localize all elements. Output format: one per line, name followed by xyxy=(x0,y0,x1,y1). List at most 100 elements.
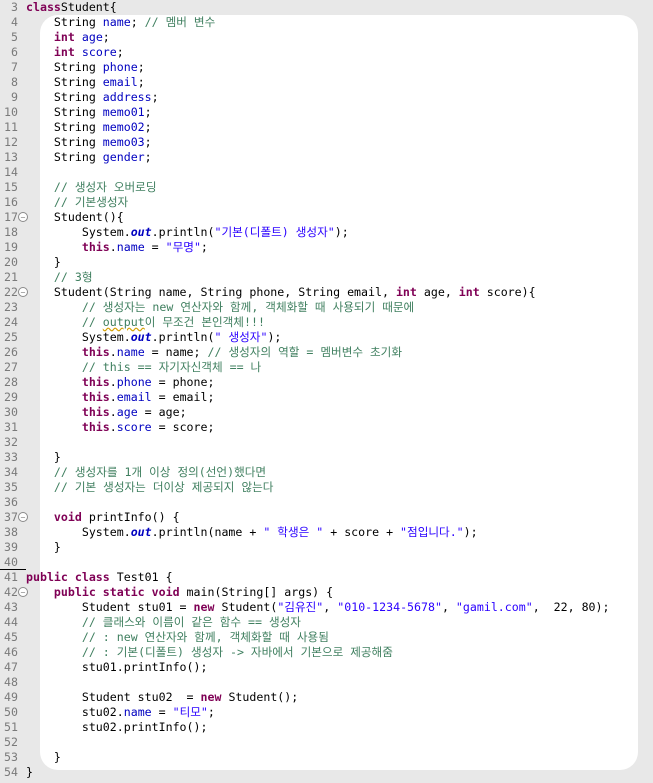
code-line[interactable]: 40 xyxy=(0,555,653,570)
code-line[interactable]: 52 xyxy=(0,735,653,750)
code-token: System. xyxy=(26,225,131,239)
line-number: 6 xyxy=(11,45,18,59)
code-token: output xyxy=(102,315,145,329)
code-line[interactable]: 32 xyxy=(0,435,653,450)
code-token: String xyxy=(26,60,103,74)
code-line[interactable]: 42– public static void main(String[] arg… xyxy=(0,585,653,600)
code-line[interactable]: 13 String gender; xyxy=(0,150,653,165)
code-text: this.phone = phone; xyxy=(26,375,215,390)
code-line[interactable]: 49 Student stu02 = new Student(); xyxy=(0,690,653,705)
code-line[interactable]: 5 int age; xyxy=(0,30,653,45)
code-line[interactable]: 48 xyxy=(0,675,653,690)
code-line[interactable]: 27 // this == 자기자신객체 == 나 xyxy=(0,360,653,375)
line-number: 21 xyxy=(4,270,18,284)
code-line[interactable]: 34 // 생성자를 1개 이상 정의(선언)했다면 xyxy=(0,465,653,480)
code-line[interactable]: 38 System.out.println(name + " 학생은 " + s… xyxy=(0,525,653,540)
code-line[interactable]: 8 String email; xyxy=(0,75,653,90)
code-line[interactable]: 44 // 클래스와 이름이 같은 함수 == 생성자 xyxy=(0,615,653,630)
code-token: new xyxy=(200,690,222,704)
code-token: = phone; xyxy=(151,375,215,389)
code-line[interactable]: 39 } xyxy=(0,540,653,555)
line-number: 18 xyxy=(4,225,18,239)
code-line[interactable]: 23 // 생성자는 new 연산자와 함께, 객체화할 때 사용되기 때문에 xyxy=(0,300,653,315)
code-line[interactable]: 24 // output이 무조건 본인객체!!! xyxy=(0,315,653,330)
line-number: 7 xyxy=(11,60,18,74)
code-text: stu01.printInfo(); xyxy=(26,660,208,675)
code-line[interactable]: 20 } xyxy=(0,255,653,270)
line-number: 44 xyxy=(4,615,18,629)
line-number: 8 xyxy=(11,75,18,89)
code-line[interactable]: 31 this.score = score; xyxy=(0,420,653,435)
code-token: name xyxy=(116,345,145,359)
code-text: String phone; xyxy=(26,60,145,75)
code-line[interactable]: 4 String name; // 멤버 변수 xyxy=(0,15,653,30)
code-line[interactable]: 45 // : new 연산자와 함께, 객체화할 때 사용됨 xyxy=(0,630,653,645)
code-line[interactable]: 25 System.out.println(" 생성자"); xyxy=(0,330,653,345)
code-text: // 생성자는 new 연산자와 함께, 객체화할 때 사용되기 때문에 xyxy=(26,300,414,315)
code-line[interactable]: 53 } xyxy=(0,750,653,765)
cursor-line xyxy=(0,569,26,570)
code-token: = score; xyxy=(151,420,215,434)
code-line[interactable]: 12 String memo03; xyxy=(0,135,653,150)
code-line[interactable]: 30 this.age = age; xyxy=(0,405,653,420)
line-number: 42 xyxy=(4,585,18,599)
code-line[interactable]: 9 String address; xyxy=(0,90,653,105)
code-line[interactable]: 41 public class Test01 { xyxy=(0,570,653,585)
code-line[interactable]: 3 classStudent{ xyxy=(0,0,653,15)
code-line[interactable]: 26 this.name = name; // 생성자의 역할 = 멤버변수 초… xyxy=(0,345,653,360)
code-line[interactable]: 36 xyxy=(0,495,653,510)
code-line[interactable]: 6 int score; xyxy=(0,45,653,60)
code-token: memo03 xyxy=(102,135,145,149)
code-text: int score; xyxy=(26,45,124,60)
code-line[interactable]: 35 // 기본 생성자는 더이상 제공되지 않는다 xyxy=(0,480,653,495)
code-token: Student{ xyxy=(60,0,117,14)
code-line[interactable]: 16 // 기본생성자 xyxy=(0,195,653,210)
code-text: this.score = score; xyxy=(26,420,215,435)
code-line[interactable]: 50 stu02.name = "티모"; xyxy=(0,705,653,720)
code-token: ; xyxy=(207,705,215,719)
code-line[interactable]: 21 // 3형 xyxy=(0,270,653,285)
code-line[interactable]: 46 // : 기본(디폴트) 생성자 -> 자바에서 기본으로 제공해줌 xyxy=(0,645,653,660)
code-token: String xyxy=(26,135,103,149)
code-line[interactable]: 28 this.phone = phone; xyxy=(0,375,653,390)
code-token: int xyxy=(395,285,417,299)
code-line[interactable]: 7 String phone; xyxy=(0,60,653,75)
code-line[interactable]: 17– Student(){ xyxy=(0,210,653,225)
code-token: String xyxy=(26,105,103,119)
code-token: String xyxy=(26,75,103,89)
code-line[interactable]: 22– Student(String name, String phone, S… xyxy=(0,285,653,300)
code-token: . xyxy=(109,345,117,359)
code-line[interactable]: 51 stu02.printInfo(); xyxy=(0,720,653,735)
code-line[interactable]: 33 } xyxy=(0,450,653,465)
code-token: Student stu02 = xyxy=(26,690,201,704)
line-number: 23 xyxy=(4,300,18,314)
code-line[interactable]: 15 // 생성자 오버로딩 xyxy=(0,180,653,195)
code-token: ); xyxy=(463,525,478,539)
code-text: void printInfo() { xyxy=(26,510,180,525)
code-text: System.out.println("기본(디폴트) 생성자"); xyxy=(26,225,349,240)
code-line[interactable]: 11 String memo02; xyxy=(0,120,653,135)
code-text: // : new 연산자와 함께, 객체화할 때 사용됨 xyxy=(26,630,329,645)
code-line[interactable]: 19 this.name = "무명"; xyxy=(0,240,653,255)
line-number: 20 xyxy=(4,255,18,269)
code-token: gender xyxy=(102,150,145,164)
code-line[interactable]: 47 stu01.printInfo(); xyxy=(0,660,653,675)
code-editor[interactable]: 3 classStudent{4 String name; // 멤버 변수 5 i… xyxy=(0,0,653,783)
code-token: ; xyxy=(144,150,152,164)
code-line[interactable]: 54} xyxy=(0,765,653,780)
code-text: // : 기본(디폴트) 생성자 -> 자바에서 기본으로 제공해줌 xyxy=(26,645,393,660)
code-text: String address; xyxy=(26,90,159,105)
code-line[interactable]: 10 String memo01; xyxy=(0,105,653,120)
line-number: 27 xyxy=(4,360,18,374)
code-line[interactable]: 29 this.email = email; xyxy=(0,390,653,405)
code-line[interactable]: 37– void printInfo() { xyxy=(0,510,653,525)
line-number: 14 xyxy=(4,165,18,179)
code-text: // 생성자 오버로딩 xyxy=(26,180,157,195)
code-line[interactable]: 14 xyxy=(0,165,653,180)
code-line[interactable]: 18 System.out.println("기본(디폴트) 생성자"); xyxy=(0,225,653,240)
code-line[interactable]: 43 Student stu01 = new Student("김유진", "0… xyxy=(0,600,653,615)
code-token: . xyxy=(109,390,117,404)
code-token: out xyxy=(130,330,152,344)
